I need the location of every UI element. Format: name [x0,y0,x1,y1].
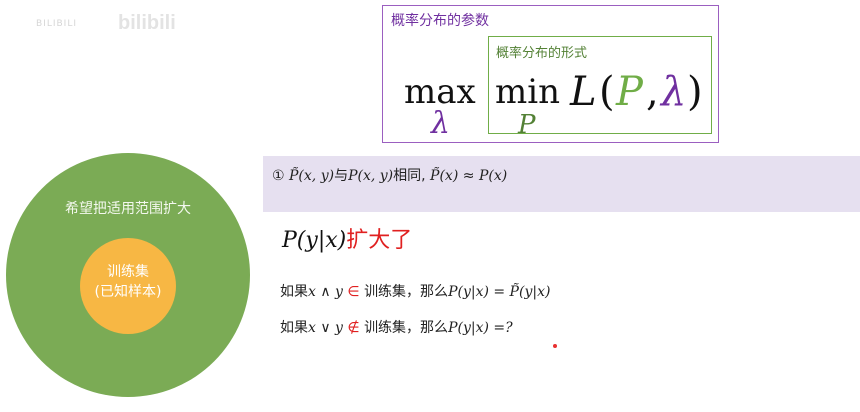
note-text: ① P̃(x, y)与P(x, y)相同, P̃(x) ≈ P(x) [272,165,507,185]
headline-text: 扩大了 [346,228,413,253]
application-scope-label: 希望把适用范围扩大 [65,201,191,217]
note-approx: ≈ [462,168,475,184]
watermark-small-text: BILIBILI [36,19,77,29]
rule-1-math-a: x ∧ y [308,284,343,300]
rule-1-mid: 训练集，那么 [364,284,449,300]
rule-1-symbol: ∈ [347,284,360,300]
rule-2-math-a: x ∨ y [308,320,343,336]
training-set-label-line-1: 训练集 [107,264,149,280]
rule-2-math-b: P(y|x) =? [448,320,513,336]
rule-2-mid: 训练集，那么 [364,320,449,336]
note-p-tilde-xy: P̃(x, y) [289,168,335,184]
parameter-box-label: 概率分布的参数 [391,13,489,29]
rule-1-math-b: P(y|x) = P̃(y|x) [448,284,551,300]
cursor-dot [553,344,557,348]
bilibili-logo: bilibili [118,12,176,34]
headline-math: P(y|x) [282,228,347,253]
training-set-label-line-2: (已知样本) [94,284,162,300]
note-with: 与 [334,168,349,184]
training-set-label: 训练集 (已知样本) [80,262,176,302]
note-p-x: P(x) [478,168,508,184]
note-p-xy: P(x, y) [348,168,394,184]
rule-2-symbol: ∉ [347,320,360,336]
note-same: 相同, [393,168,426,184]
note-number: ① [272,168,285,184]
headline: P(y|x)扩大了 [282,222,412,254]
watermark: BILIBILI bilibili [36,10,196,38]
rule-line-2: 如果x ∨ y ∉ 训练集，那么P(y|x) =? [280,317,513,337]
note-p-tilde-x: P̃(x) [430,168,459,184]
rule-2-prefix: 如果 [280,320,308,336]
rule-1-prefix: 如果 [280,284,308,300]
rule-line-1: 如果x ∧ y ∈ 训练集，那么P(y|x) = P̃(y|x) [280,281,550,301]
form-box-label: 概率分布的形式 [496,46,588,61]
